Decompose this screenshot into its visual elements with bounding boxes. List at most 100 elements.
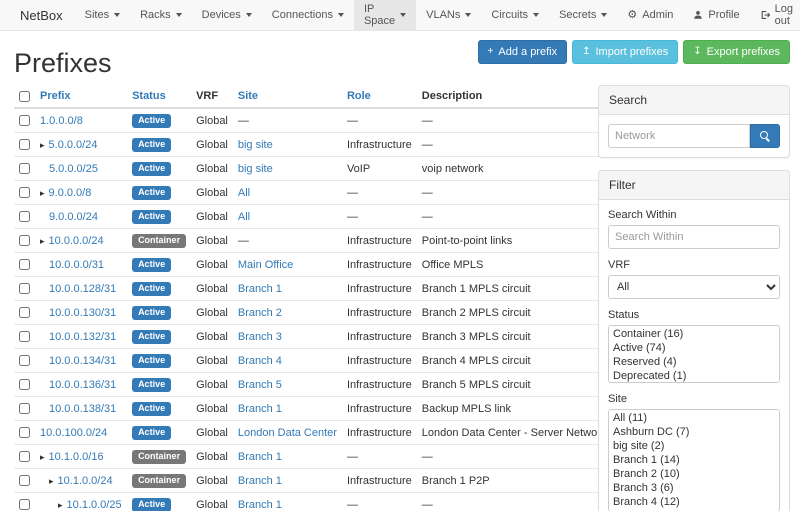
nav-item-ip-space[interactable]: IP Space	[354, 0, 416, 30]
nav-item-circuits[interactable]: Circuits	[481, 0, 549, 30]
site-link[interactable]: Main Office	[238, 259, 293, 271]
prefix-link[interactable]: 10.0.0.136/31	[49, 379, 116, 391]
filter-option[interactable]: Branch 3 (6)	[610, 481, 778, 495]
row-checkbox[interactable]	[19, 331, 30, 342]
expand-arrow-icon[interactable]: ▸	[49, 476, 54, 486]
filter-option[interactable]: big site (2)	[610, 439, 778, 453]
table-row: 10.0.0.128/31ActiveGlobalBranch 1Infrast…	[14, 277, 611, 301]
prefix-link[interactable]: 10.0.0.138/31	[49, 403, 116, 415]
search-input[interactable]	[608, 124, 750, 148]
expand-arrow-icon[interactable]: ▸	[40, 236, 45, 246]
status-cell: Active	[127, 349, 191, 373]
status-filter-select[interactable]: Container (16)Active (74)Reserved (4)Dep…	[608, 325, 780, 383]
expand-arrow-icon[interactable]: ▸	[58, 500, 63, 510]
status-cell: Active	[127, 108, 191, 133]
site-link[interactable]: Branch 3	[238, 331, 282, 343]
row-checkbox[interactable]	[19, 427, 30, 438]
row-checkbox[interactable]	[19, 139, 30, 150]
prefix-link[interactable]: 9.0.0.0/24	[49, 211, 98, 223]
nav-item-connections[interactable]: Connections	[262, 0, 354, 30]
filter-option[interactable]: Active (74)	[610, 341, 778, 355]
row-checkbox[interactable]	[19, 307, 30, 318]
column-header-prefix[interactable]: Prefix	[35, 85, 127, 108]
search-within-input[interactable]	[608, 225, 780, 249]
site-link[interactable]: Branch 1	[238, 451, 282, 463]
filter-option[interactable]: Container (16)	[610, 327, 778, 341]
site-link[interactable]: London Data Center	[238, 427, 337, 439]
site-link[interactable]: Branch 4	[238, 355, 282, 367]
row-checkbox[interactable]	[19, 403, 30, 414]
row-checkbox[interactable]	[19, 187, 30, 198]
row-checkbox[interactable]	[19, 283, 30, 294]
prefix-link[interactable]: 10.0.0.130/31	[49, 307, 116, 319]
prefix-link[interactable]: 10.0.0.128/31	[49, 283, 116, 295]
prefix-cell: ▸ 5.0.0.0/24	[35, 133, 127, 157]
row-checkbox[interactable]	[19, 379, 30, 390]
prefix-link[interactable]: 10.1.0.0/25	[67, 499, 122, 511]
row-checkbox[interactable]	[19, 211, 30, 222]
filter-option[interactable]: Branch 1 (14)	[610, 453, 778, 467]
site-link[interactable]: Branch 5	[238, 379, 282, 391]
site-link[interactable]: Branch 1	[238, 403, 282, 415]
status-badge: Active	[132, 330, 171, 344]
export-prefixes-button[interactable]: ↧Export prefixes	[683, 40, 790, 64]
row-checkbox[interactable]	[19, 235, 30, 246]
add-a-prefix-button[interactable]: +Add a prefix	[478, 40, 568, 64]
prefix-link[interactable]: 10.0.0.0/31	[49, 259, 104, 271]
brand[interactable]: NetBox	[8, 0, 75, 30]
search-button[interactable]	[750, 124, 780, 148]
nav-item-admin[interactable]: ⚙Admin	[617, 0, 683, 30]
site-link[interactable]: Branch 1	[238, 499, 282, 511]
prefix-link[interactable]: 5.0.0.0/25	[49, 163, 98, 175]
nav-item-devices[interactable]: Devices	[192, 0, 262, 30]
prefix-link[interactable]: 10.0.100.0/24	[40, 427, 107, 439]
site-link[interactable]: Branch 2	[238, 307, 282, 319]
nav-item-log-out[interactable]: Log out	[750, 0, 800, 30]
prefix-link[interactable]: 1.0.0.0/8	[40, 115, 83, 127]
prefix-link[interactable]: 5.0.0.0/24	[49, 139, 98, 151]
filter-option[interactable]: Deprecated (1)	[610, 369, 778, 383]
site-link[interactable]: Branch 1	[238, 283, 282, 295]
site-link[interactable]: big site	[238, 163, 273, 175]
column-header-site[interactable]: Site	[233, 85, 342, 108]
filter-option[interactable]: Ashburn DC (7)	[610, 425, 778, 439]
nav-item-vlans[interactable]: VLANs	[416, 0, 481, 30]
filter-option[interactable]: Branch 2 (10)	[610, 467, 778, 481]
import-prefixes-button[interactable]: ↥Import prefixes	[572, 40, 678, 64]
expand-arrow-icon[interactable]: ▸	[40, 188, 45, 198]
column-header-role[interactable]: Role	[342, 85, 417, 108]
expand-arrow-icon[interactable]: ▸	[40, 452, 45, 462]
prefix-link[interactable]: 9.0.0.0/8	[49, 187, 92, 199]
nav-item-profile[interactable]: Profile	[683, 0, 749, 30]
filter-option[interactable]: Branch 4 (12)	[610, 495, 778, 509]
site-link[interactable]: big site	[238, 139, 273, 151]
vrf-cell: Global	[191, 133, 233, 157]
row-checkbox[interactable]	[19, 451, 30, 462]
row-checkbox[interactable]	[19, 475, 30, 486]
site-link[interactable]: Branch 1	[238, 475, 282, 487]
row-checkbox[interactable]	[19, 163, 30, 174]
nav-item-sites[interactable]: Sites	[75, 0, 130, 30]
expand-arrow-icon[interactable]: ▸	[40, 140, 45, 150]
prefix-link[interactable]: 10.0.0.132/31	[49, 331, 116, 343]
prefix-link[interactable]: 10.0.0.134/31	[49, 355, 116, 367]
prefix-link[interactable]: 10.1.0.0/16	[49, 451, 104, 463]
select-all-checkbox[interactable]	[19, 91, 30, 102]
row-checkbox[interactable]	[19, 115, 30, 126]
vrf-filter-group: VRF All	[608, 259, 780, 299]
prefix-link[interactable]: 10.1.0.0/24	[58, 475, 113, 487]
site-filter-select[interactable]: All (11)Ashburn DC (7)big site (2)Branch…	[608, 409, 780, 511]
row-checkbox[interactable]	[19, 499, 30, 510]
row-checkbox[interactable]	[19, 355, 30, 366]
vrf-select[interactable]: All	[608, 275, 780, 299]
nav-item-racks[interactable]: Racks	[130, 0, 192, 30]
site-link[interactable]: All	[238, 211, 250, 223]
filter-option[interactable]: All (11)	[610, 411, 778, 425]
prefix-link[interactable]: 10.0.0.0/24	[49, 235, 104, 247]
column-header-status[interactable]: Status	[127, 85, 191, 108]
row-checkbox-cell	[14, 493, 35, 511]
site-link[interactable]: All	[238, 187, 250, 199]
filter-option[interactable]: Reserved (4)	[610, 355, 778, 369]
row-checkbox[interactable]	[19, 259, 30, 270]
nav-item-secrets[interactable]: Secrets	[549, 0, 617, 30]
